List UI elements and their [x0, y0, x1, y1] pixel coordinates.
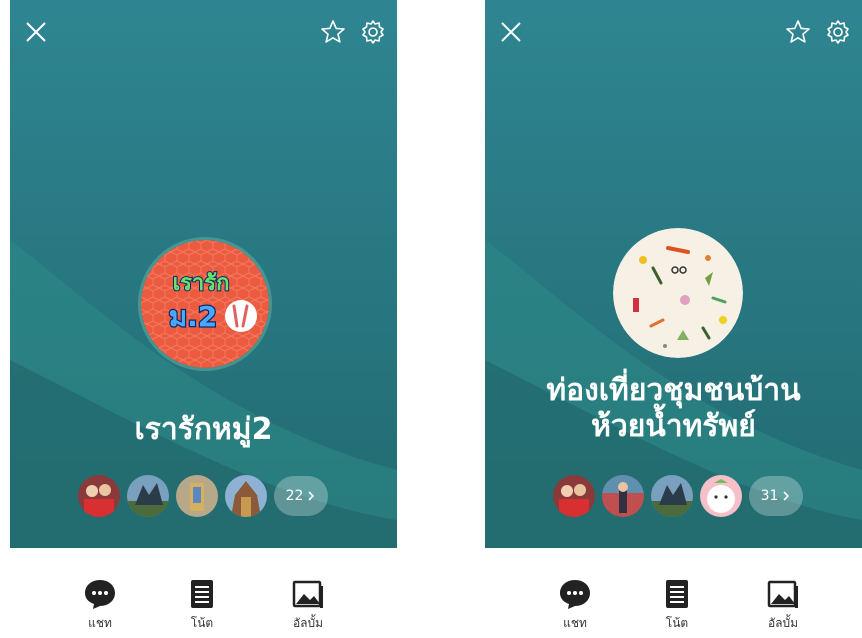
group-avatar[interactable]: เรารัก ม.2: [141, 240, 269, 368]
tab-chat-label: แชท: [563, 616, 587, 630]
tab-chat-label: แชท: [88, 616, 112, 630]
group-profile-panel-left: เรารัก ม.2 เรารักหมู่2 22: [10, 0, 397, 548]
peace-hand-icon: [225, 300, 257, 332]
star-icon: [321, 20, 345, 43]
bottom-tab-bar: แชท โน้ต อัลบั้ม: [60, 578, 360, 638]
settings-button[interactable]: [824, 18, 852, 46]
chat-icon: [560, 580, 590, 609]
avatar-text-bottom: ม.2: [169, 300, 218, 333]
member-list[interactable]: 22: [78, 474, 328, 518]
favorite-button[interactable]: [319, 18, 347, 46]
member-count-button[interactable]: 31: [749, 476, 803, 516]
favorite-button[interactable]: [784, 18, 812, 46]
close-button[interactable]: [497, 18, 525, 46]
chevron-right-icon: [783, 491, 790, 501]
chat-icon: [85, 580, 115, 609]
close-icon: [501, 22, 521, 42]
bottom-tab-bar: แชท โน้ต อัลบั้ม: [535, 578, 835, 638]
tab-chat[interactable]: แชท: [60, 578, 140, 633]
tab-note-label: โน้ต: [190, 616, 214, 630]
album-icon: [292, 580, 323, 608]
member-list[interactable]: 31: [553, 474, 803, 518]
group-name: เรารักหมู่2: [134, 412, 273, 447]
member-avatar[interactable]: [176, 475, 218, 517]
close-icon: [26, 22, 46, 42]
member-avatar[interactable]: [700, 475, 742, 517]
settings-button[interactable]: [359, 18, 387, 46]
member-avatar[interactable]: [651, 475, 693, 517]
chevron-right-icon: [308, 491, 315, 501]
close-button[interactable]: [22, 18, 50, 46]
avatar-text-top: เรารัก: [173, 271, 230, 296]
gear-icon: [827, 20, 849, 44]
album-icon: [767, 580, 798, 608]
tab-note[interactable]: โน้ต: [637, 578, 717, 633]
note-icon: [666, 580, 688, 608]
group-avatar-image: เรารัก ม.2: [141, 240, 269, 368]
group-avatar-image: [613, 228, 743, 358]
member-avatar[interactable]: [78, 475, 120, 517]
group-profile-panel-right: ท่องเที่ยวชุมชนบ้าน ห้วยน้ำทรัพย์ 31: [485, 0, 862, 548]
member-avatar[interactable]: [553, 475, 595, 517]
tab-note[interactable]: โน้ต: [162, 578, 242, 633]
tab-album[interactable]: อัลบั้ม: [743, 578, 823, 633]
group-name: ท่องเที่ยวชุมชนบ้าน ห้วยน้ำทรัพย์: [485, 373, 862, 445]
member-count-button[interactable]: 22: [274, 476, 328, 516]
group-avatar[interactable]: [613, 228, 743, 358]
tab-album-label: อัลบั้ม: [767, 616, 799, 630]
tab-album-label: อัลบั้ม: [292, 616, 324, 630]
gear-icon: [362, 20, 384, 44]
member-count: 22: [285, 488, 304, 504]
tab-chat[interactable]: แชท: [535, 578, 615, 633]
star-icon: [786, 20, 810, 43]
tab-note-label: โน้ต: [665, 616, 689, 630]
group-name-line2: ห้วยน้ำทรัพย์: [591, 409, 756, 444]
tab-album[interactable]: อัลบั้ม: [268, 578, 348, 633]
group-name-line1: ท่องเที่ยวชุมชนบ้าน: [546, 373, 801, 408]
member-avatar[interactable]: [127, 475, 169, 517]
note-icon: [191, 580, 213, 608]
member-avatar[interactable]: [602, 475, 644, 517]
member-avatar[interactable]: [225, 475, 267, 517]
member-count: 31: [760, 488, 779, 504]
